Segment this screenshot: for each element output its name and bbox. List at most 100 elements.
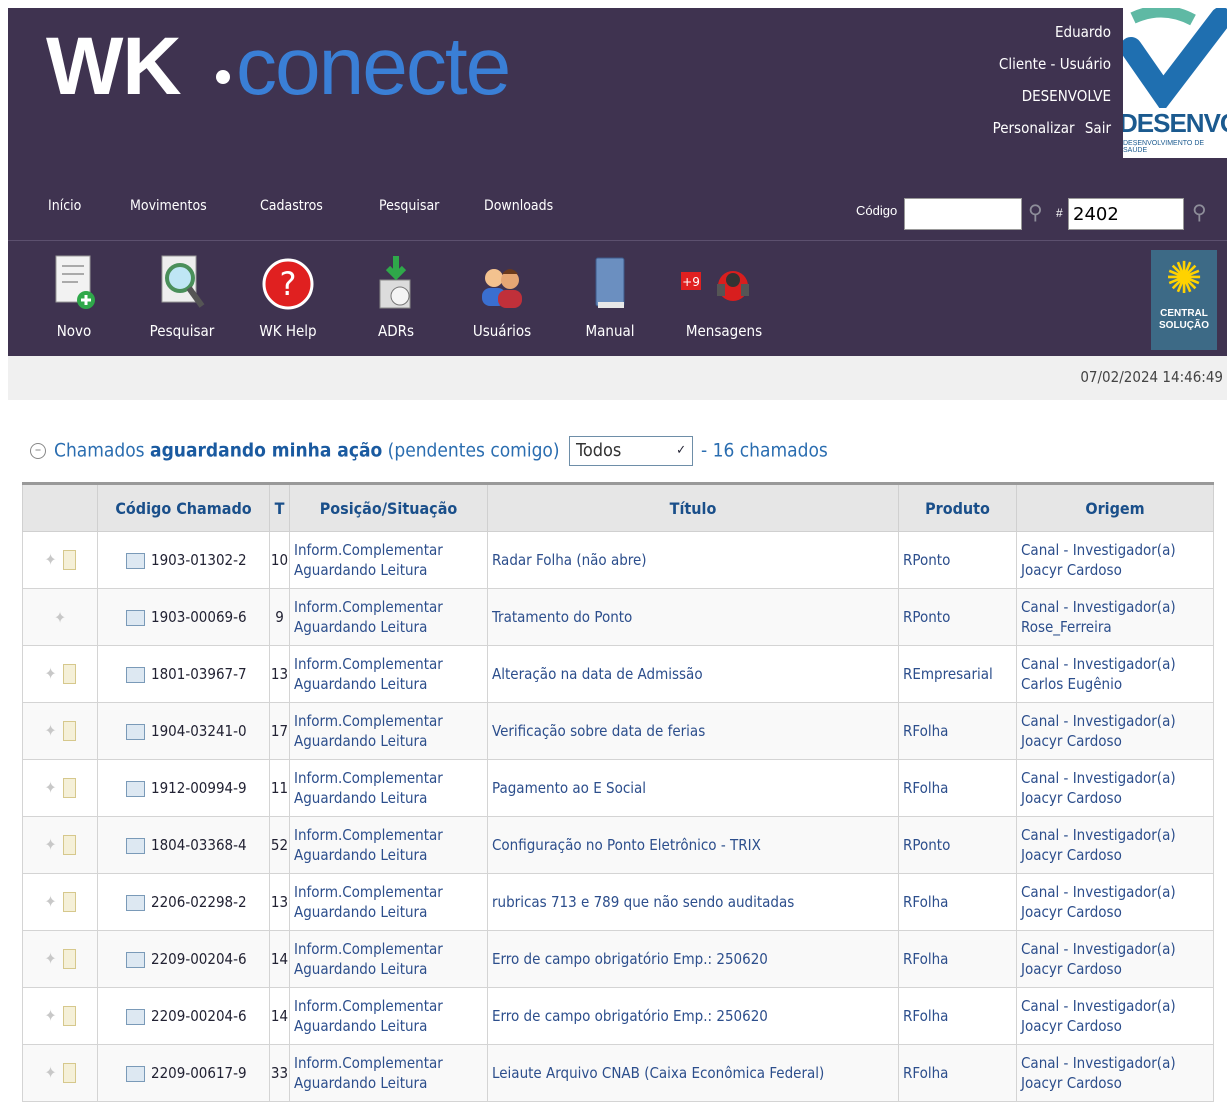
code-search-icon[interactable]: ⚲ xyxy=(1028,200,1043,225)
ticket-product[interactable]: RFolha xyxy=(898,1044,1017,1102)
attachment-icon[interactable] xyxy=(62,778,76,799)
ticket-code-cell[interactable]: 1912-00994-9 xyxy=(97,759,270,817)
col-t[interactable]: T xyxy=(269,482,290,532)
tool-manual[interactable]: Manual xyxy=(562,248,658,340)
nav-item-pesquisar[interactable]: Pesquisar xyxy=(379,198,439,214)
ticket-origin[interactable]: Canal - Investigador(a) Joacyr Cardoso xyxy=(1016,702,1214,760)
ticket-title[interactable]: Configuração no Ponto Eletrônico - TRIX xyxy=(487,816,899,874)
ticket-position[interactable]: Inform.Complementar Aguardando Leitura xyxy=(289,816,488,874)
ticket-origin[interactable]: Canal - Investigador(a) Carlos Eugênio xyxy=(1016,645,1214,703)
ticket-position[interactable]: Inform.Complementar Aguardando Leitura xyxy=(289,759,488,817)
ticket-position[interactable]: Inform.Complementar Aguardando Leitura xyxy=(289,930,488,988)
ticket-title[interactable]: Erro de campo obrigatório Emp.: 250620 xyxy=(487,930,899,988)
ticket-product[interactable]: RFolha xyxy=(898,873,1017,931)
table-row[interactable]: ✦ 2209-00204-6 14 Inform.Complementar Aguard… xyxy=(22,930,1214,988)
nav-item-cadastros[interactable]: Cadastros xyxy=(260,198,323,214)
table-row[interactable]: ✦ 1903-00069-6 9 Inform.Complementar Aguarda… xyxy=(22,588,1214,646)
attachment-icon[interactable] xyxy=(62,550,76,571)
ticket-product[interactable]: RFolha xyxy=(898,930,1017,988)
ticket-search-icon[interactable]: ⚲ xyxy=(1192,200,1207,225)
ticket-product[interactable]: RFolha xyxy=(898,702,1017,760)
ticket-code-cell[interactable]: 1804-03368-4 xyxy=(97,816,270,874)
ticket-code[interactable]: 1801-03967-7 xyxy=(151,665,247,683)
ticket-product[interactable]: RPonto xyxy=(898,531,1017,589)
ticket-position[interactable]: Inform.Complementar Aguardando Leitura xyxy=(289,702,488,760)
ticket-origin[interactable]: Canal - Investigador(a) Joacyr Cardoso xyxy=(1016,531,1214,589)
ticket-code-cell[interactable]: 2206-02298-2 xyxy=(97,873,270,931)
col-position[interactable]: Posição/Situação xyxy=(289,482,488,532)
ticket-code[interactable]: 1904-03241-0 xyxy=(151,722,247,740)
pin-icon[interactable]: ✦ xyxy=(44,1006,56,1025)
ticket-position[interactable]: Inform.Complementar Aguardando Leitura xyxy=(289,1044,488,1102)
ticket-origin[interactable]: Canal - Investigador(a) Joacyr Cardoso xyxy=(1016,930,1214,988)
pin-icon[interactable]: ✦ xyxy=(44,892,56,911)
ticket-code[interactable]: 2206-02298-2 xyxy=(151,893,247,911)
tool-novo[interactable]: Novo xyxy=(26,248,122,340)
ticket-product[interactable]: RFolha xyxy=(898,987,1017,1045)
ticket-origin[interactable]: Canal - Investigador(a) Joacyr Cardoso xyxy=(1016,873,1214,931)
attachment-icon[interactable] xyxy=(62,949,76,970)
collapse-icon[interactable]: – xyxy=(30,443,46,459)
ticket-product[interactable]: RPonto xyxy=(898,588,1017,646)
ticket-origin[interactable]: Canal - Investigador(a) Joacyr Cardoso xyxy=(1016,987,1214,1045)
ticket-title[interactable]: Verificação sobre data de ferias xyxy=(487,702,899,760)
ticket-position[interactable]: Inform.Complementar Aguardando Leitura xyxy=(289,645,488,703)
ticket-product[interactable]: REmpresarial xyxy=(898,645,1017,703)
attachment-icon[interactable] xyxy=(62,1006,76,1027)
pin-icon[interactable]: ✦ xyxy=(44,721,56,740)
table-row[interactable]: ✦ 2209-00617-9 33 Inform.Complementar Aguard… xyxy=(22,1044,1214,1102)
tool-pesquisar[interactable]: Pesquisar xyxy=(134,248,230,340)
ticket-product[interactable]: RFolha xyxy=(898,759,1017,817)
table-row[interactable]: ✦ 1801-03967-7 13 Inform.Complementar Aguard… xyxy=(22,645,1214,703)
pin-icon[interactable]: ✦ xyxy=(44,1063,56,1082)
ticket-title[interactable]: Tratamento do Ponto xyxy=(487,588,899,646)
ticket-title[interactable]: Alteração na data de Admissão xyxy=(487,645,899,703)
col-origin[interactable]: Origem xyxy=(1016,482,1214,532)
ticket-title[interactable]: Erro de campo obrigatório Emp.: 250620 xyxy=(487,987,899,1045)
ticket-position[interactable]: Inform.Complementar Aguardando Leitura xyxy=(289,987,488,1045)
attachment-icon[interactable] xyxy=(62,835,76,856)
ticket-title[interactable]: rubricas 713 e 789 que não sendo auditad… xyxy=(487,873,899,931)
pin-icon[interactable]: ✦ xyxy=(44,835,56,854)
ticket-product[interactable]: RPonto xyxy=(898,816,1017,874)
table-row[interactable]: ✦ 1903-01302-2 10 Inform.Complementar Aguard… xyxy=(22,531,1214,589)
table-row[interactable]: ✦ 1804-03368-4 52 Inform.Complementar Aguard… xyxy=(22,816,1214,874)
pin-icon[interactable]: ✦ xyxy=(44,949,56,968)
ticket-origin[interactable]: Canal - Investigador(a) Joacyr Cardoso xyxy=(1016,1044,1214,1102)
ticket-code[interactable]: 2209-00617-9 xyxy=(151,1064,247,1082)
ticket-position[interactable]: Inform.Complementar Aguardando Leitura xyxy=(289,531,488,589)
table-row[interactable]: ✦ 1904-03241-0 17 Inform.Complementar Aguard… xyxy=(22,702,1214,760)
ticket-position[interactable]: Inform.Complementar Aguardando Leitura xyxy=(289,588,488,646)
ticket-code[interactable]: 1804-03368-4 xyxy=(151,836,247,854)
col-product[interactable]: Produto xyxy=(898,482,1017,532)
ticket-title[interactable]: Pagamento ao E Social xyxy=(487,759,899,817)
code-search-input[interactable] xyxy=(904,198,1022,230)
tool-adrs[interactable]: ADRs xyxy=(348,248,444,340)
ticket-title[interactable]: Leiaute Arquivo CNAB (Caixa Econômica Fe… xyxy=(487,1044,899,1102)
pin-icon[interactable]: ✦ xyxy=(54,608,66,627)
ticket-origin[interactable]: Canal - Investigador(a) Rose_Ferreira xyxy=(1016,588,1214,646)
ticket-code[interactable]: 2209-00204-6 xyxy=(151,1007,247,1025)
ticket-code-cell[interactable]: 2209-00617-9 xyxy=(97,1044,270,1102)
nav-item-downloads[interactable]: Downloads xyxy=(484,198,553,214)
ticket-code-cell[interactable]: 1903-00069-6 xyxy=(97,588,270,646)
ticket-code-cell[interactable]: 2209-00204-6 xyxy=(97,930,270,988)
table-row[interactable]: ✦ 1912-00994-9 11 Inform.Complementar Aguard… xyxy=(22,759,1214,817)
attachment-icon[interactable] xyxy=(62,1063,76,1084)
nav-item-inicio[interactable]: Início xyxy=(48,198,81,214)
ticket-code[interactable]: 1903-01302-2 xyxy=(151,551,247,569)
pin-icon[interactable]: ✦ xyxy=(44,664,56,683)
attachment-icon[interactable] xyxy=(62,892,76,913)
ticket-code[interactable]: 2209-00204-6 xyxy=(151,950,247,968)
ticket-code-cell[interactable]: 2209-00204-6 xyxy=(97,987,270,1045)
ticket-title[interactable]: Radar Folha (não abre) xyxy=(487,531,899,589)
ticket-number-input[interactable] xyxy=(1068,198,1184,230)
ticket-code[interactable]: 1912-00994-9 xyxy=(151,779,247,797)
tool-wk-help[interactable]: ? WK Help xyxy=(240,248,336,340)
ticket-position[interactable]: Inform.Complementar Aguardando Leitura xyxy=(289,873,488,931)
nav-item-movimentos[interactable]: Movimentos xyxy=(130,198,207,214)
tool-usuarios[interactable]: Usuários xyxy=(454,248,550,340)
ticket-code[interactable]: 1903-00069-6 xyxy=(151,608,247,626)
central-solucao-button[interactable]: ✺ CENTRAL SOLUÇÃO xyxy=(1151,250,1217,350)
pin-icon[interactable]: ✦ xyxy=(44,778,56,797)
